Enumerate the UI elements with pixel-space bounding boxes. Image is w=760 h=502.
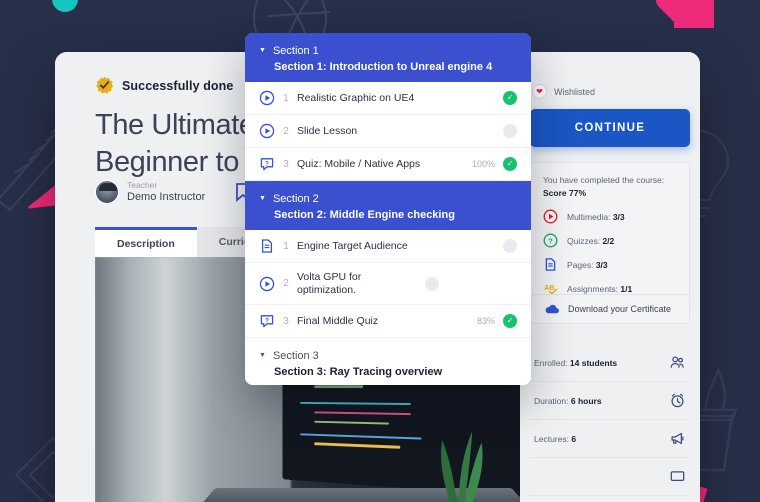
users-icon bbox=[670, 356, 684, 368]
lesson-name: Final Middle Quiz bbox=[297, 314, 379, 327]
red-play-icon bbox=[543, 209, 558, 224]
teacher-name: Demo Instructor bbox=[127, 191, 206, 203]
curriculum-panel: ▼ Section 1 Section 1: Introduction to Un… bbox=[245, 33, 531, 385]
section-header-2[interactable]: ▼ Section 2 Section 2: Middle Engine chec… bbox=[245, 181, 531, 230]
blue-document-icon bbox=[545, 258, 556, 271]
info-enrolled: Enrolled: 14 students bbox=[530, 344, 690, 382]
progress-score: Score 77% bbox=[543, 188, 586, 198]
svg-text:AB: AB bbox=[544, 284, 554, 292]
stat-pages: Pages: 3/3 bbox=[543, 257, 677, 272]
lesson-row[interactable]: 2 Slide Lesson bbox=[245, 115, 531, 148]
lesson-percent: 100% bbox=[471, 159, 495, 169]
play-circle-icon bbox=[259, 90, 275, 106]
section-1-collapse-label: Section 1 bbox=[272, 45, 319, 57]
stat-quizzes: ? Quizzes: 2/2 bbox=[543, 233, 677, 248]
section-3-collapse-label: Section 3 bbox=[272, 350, 319, 362]
teacher-meta[interactable]: Teacher Demo Instructor bbox=[95, 180, 205, 204]
info-duration: Duration: 6 hours bbox=[530, 382, 690, 420]
success-badge-label: Successfully done bbox=[122, 78, 234, 93]
lesson-row[interactable]: ? 3 Final Middle Quiz 83% ✓ bbox=[245, 305, 531, 338]
plant-decoration bbox=[440, 430, 483, 502]
lesson-name: Realistic Graphic on UE4 bbox=[297, 91, 415, 104]
lesson-name: Slide Lesson bbox=[297, 124, 358, 137]
lesson-status-done: ✓ bbox=[503, 314, 517, 328]
alarm-clock-icon bbox=[671, 393, 684, 408]
section-2-title: Section 2: Middle Engine checking bbox=[274, 209, 455, 221]
lesson-number: 3 bbox=[283, 315, 289, 327]
lesson-status-done: ✓ bbox=[503, 157, 517, 171]
lesson-status-todo bbox=[503, 239, 517, 253]
play-circle-icon bbox=[259, 123, 275, 139]
lesson-number: 3 bbox=[283, 158, 289, 170]
stat-assignments-text: Assignments: 1/1 bbox=[567, 283, 633, 294]
section-header-3[interactable]: ▼ Section 3 Section 3: Ray Tracing overvi… bbox=[245, 338, 531, 385]
svg-text:?: ? bbox=[548, 237, 553, 246]
heart-shape-decoration bbox=[674, 0, 714, 28]
avatar bbox=[95, 180, 119, 204]
stat-multimedia: Multimedia: 3/3 bbox=[543, 209, 677, 224]
lesson-row[interactable]: 2 Volta GPU for optimization. bbox=[245, 263, 531, 305]
lesson-percent: 83% bbox=[476, 316, 495, 326]
lesson-row[interactable]: 1 Engine Target Audience bbox=[245, 230, 531, 263]
lesson-number: 1 bbox=[283, 240, 289, 252]
tab-description[interactable]: Description bbox=[95, 227, 197, 257]
stat-quizzes-text: Quizzes: 2/2 bbox=[567, 235, 615, 246]
certificate-label: Download your Certificate bbox=[568, 304, 672, 314]
heart-icon[interactable]: ❤ bbox=[532, 84, 547, 99]
quiz-bubble-icon: ? bbox=[260, 158, 274, 171]
section-header-1[interactable]: ▼ Section 1 Section 1: Introduction to Un… bbox=[245, 33, 531, 82]
continue-button[interactable]: CONTINUE bbox=[530, 109, 690, 147]
section-1-title: Section 1: Introduction to Unreal engine… bbox=[274, 61, 493, 73]
info-enrolled-text: Enrolled: 14 students bbox=[534, 357, 618, 368]
quiz-bubble-icon: ? bbox=[260, 315, 274, 328]
stat-pages-text: Pages: 3/3 bbox=[567, 259, 608, 270]
lesson-name: Quiz: Mobile / Native Apps bbox=[297, 157, 421, 170]
chevron-down-icon: ▼ bbox=[259, 47, 266, 54]
lesson-status-todo bbox=[425, 276, 439, 291]
info-lectures-text: Lectures: 6 bbox=[534, 433, 577, 444]
lesson-status-done: ✓ bbox=[503, 91, 517, 105]
megaphone-icon bbox=[671, 432, 684, 445]
lesson-status-todo bbox=[503, 124, 517, 138]
wishlist-row[interactable]: ❤ Wishlisted bbox=[532, 84, 595, 99]
play-circle-icon bbox=[259, 276, 275, 291]
lesson-number: 2 bbox=[283, 125, 289, 137]
cloud-download-icon bbox=[545, 304, 559, 313]
section-2-collapse-label: Section 2 bbox=[272, 193, 319, 205]
stat-multimedia-text: Multimedia: 3/3 bbox=[567, 211, 625, 222]
info-duration-text: Duration: 6 hours bbox=[534, 395, 602, 406]
svg-text:?: ? bbox=[265, 318, 269, 324]
certificate-icon bbox=[670, 471, 685, 481]
course-sidebar: ❤ Wishlisted CONTINUE You have completed… bbox=[520, 52, 700, 502]
success-badge: Successfully done bbox=[95, 76, 233, 95]
document-icon bbox=[261, 239, 273, 253]
section-3-title: Section 3: Ray Tracing overview bbox=[274, 366, 443, 378]
green-question-icon: ? bbox=[543, 233, 558, 248]
progress-headline-prefix: You have completed the course: bbox=[543, 175, 665, 185]
download-certificate-button[interactable]: Download your Certificate bbox=[530, 294, 690, 324]
lesson-name: Volta GPU for optimization. bbox=[297, 270, 362, 296]
chevron-down-icon: ▼ bbox=[259, 352, 266, 359]
progress-summary-box: You have completed the course: Score 77%… bbox=[530, 162, 690, 309]
course-info-list: Enrolled: 14 students Duration: 6 hours bbox=[530, 344, 690, 496]
chevron-down-icon: ▼ bbox=[259, 195, 266, 202]
teal-dot-decoration bbox=[52, 0, 78, 12]
lesson-row[interactable]: ? 3 Quiz: Mobile / Native Apps 100% ✓ bbox=[245, 148, 531, 181]
info-lectures: Lectures: 6 bbox=[530, 420, 690, 458]
gold-starburst-check-icon bbox=[96, 76, 114, 94]
lesson-number: 1 bbox=[283, 92, 289, 104]
lesson-row[interactable]: 1 Realistic Graphic on UE4 ✓ bbox=[245, 82, 531, 115]
progress-headline: You have completed the course: Score 77% bbox=[543, 174, 677, 200]
wishlist-label: Wishlisted bbox=[554, 86, 596, 97]
teacher-label: Teacher bbox=[127, 180, 158, 190]
lesson-name: Engine Target Audience bbox=[297, 239, 408, 252]
svg-text:?: ? bbox=[265, 161, 269, 167]
info-extra bbox=[530, 458, 690, 496]
lesson-number: 2 bbox=[283, 278, 289, 289]
